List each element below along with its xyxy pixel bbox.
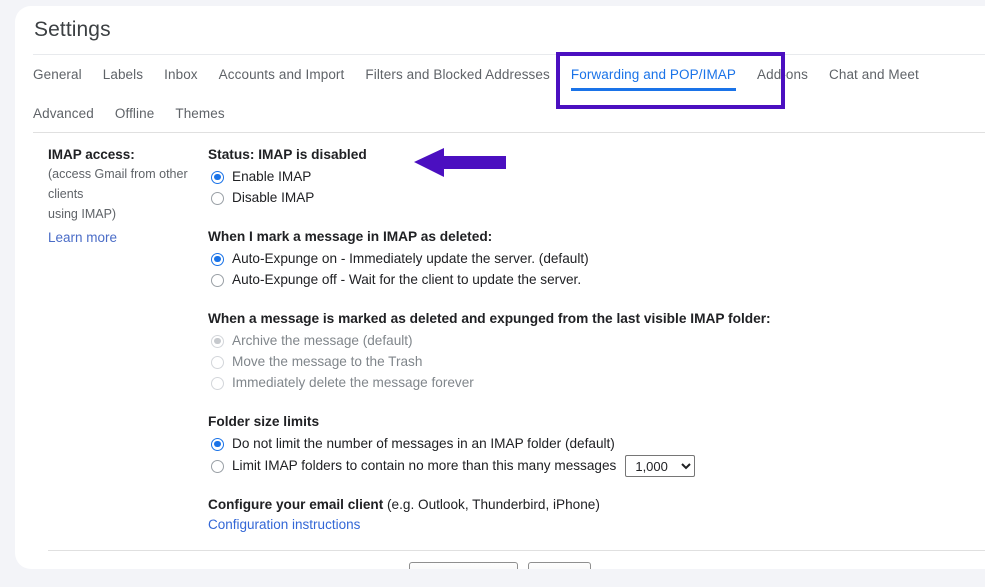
configure-client-section: Configure your email client (e.g. Outloo…: [208, 495, 985, 535]
page-title: Settings: [34, 18, 111, 41]
option-auto-expunge-on-label: Auto-Expunge on - Immediately update the…: [232, 251, 589, 266]
configuration-instructions-link[interactable]: Configuration instructions: [208, 515, 360, 535]
status-heading: Status: IMAP is disabled: [208, 147, 367, 162]
tab-inbox[interactable]: Inbox: [164, 67, 198, 93]
radio-limit-folders[interactable]: [211, 459, 224, 473]
configure-client-heading-bold: Configure your email client: [208, 497, 384, 512]
tab-chat-and-meet[interactable]: Chat and Meet: [829, 67, 919, 93]
footer-actions: Save Changes Cancel: [15, 551, 985, 569]
option-limit-folders-label: Limit IMAP folders to contain no more th…: [232, 458, 617, 473]
option-enable-imap[interactable]: Enable IMAP: [208, 167, 985, 187]
folder-size-limits-heading: Folder size limits: [208, 414, 320, 429]
radio-delete-forever: [211, 376, 224, 390]
radio-disable-imap[interactable]: [211, 191, 224, 205]
tab-themes[interactable]: Themes: [175, 106, 224, 132]
option-auto-expunge-off[interactable]: Auto-Expunge off - Wait for the client t…: [208, 270, 985, 290]
tab-advanced[interactable]: Advanced: [33, 106, 94, 132]
radio-auto-expunge-off[interactable]: [211, 273, 224, 287]
radio-no-limit[interactable]: [211, 437, 224, 451]
option-limit-folders[interactable]: Limit IMAP folders to contain no more th…: [208, 455, 985, 477]
tab-general[interactable]: General: [33, 67, 82, 93]
folder-size-limit-select[interactable]: 1,000: [625, 455, 696, 477]
tab-row-2: Advanced Offline Themes: [33, 93, 985, 132]
configure-client-heading-rest: (e.g. Outlook, Thunderbird, iPhone): [383, 497, 600, 512]
deleted-behavior-heading: When I mark a message in IMAP as deleted…: [208, 229, 493, 244]
imap-options-column: Status: IMAP is disabled Enable IMAP Dis…: [208, 145, 985, 535]
cancel-button[interactable]: Cancel: [527, 562, 592, 569]
tab-row-1: General Labels Inbox Accounts and Import…: [33, 55, 985, 93]
option-move-to-trash: Move the message to the Trash: [208, 352, 985, 372]
save-changes-button[interactable]: Save Changes: [408, 562, 518, 569]
radio-enable-imap[interactable]: [211, 170, 224, 184]
option-auto-expunge-on[interactable]: Auto-Expunge on - Immediately update the…: [208, 249, 985, 269]
tab-add-ons[interactable]: Add-ons: [757, 67, 808, 93]
option-disable-imap[interactable]: Disable IMAP: [208, 188, 985, 208]
settings-card: Settings General Labels Inbox Accounts a…: [15, 6, 985, 569]
option-no-limit[interactable]: Do not limit the number of messages in a…: [208, 434, 985, 454]
expunged-behavior-heading: When a message is marked as deleted and …: [208, 311, 771, 326]
option-move-to-trash-label: Move the message to the Trash: [232, 354, 423, 369]
option-disable-imap-label: Disable IMAP: [232, 190, 315, 205]
option-archive-message-label: Archive the message (default): [232, 333, 413, 348]
radio-archive-message: [211, 334, 224, 348]
option-enable-imap-label: Enable IMAP: [232, 169, 312, 184]
radio-auto-expunge-on[interactable]: [211, 252, 224, 266]
radio-move-to-trash: [211, 355, 224, 369]
learn-more-link[interactable]: Learn more: [48, 228, 117, 248]
expunged-behavior-section: When a message is marked as deleted and …: [208, 309, 985, 393]
option-delete-forever: Immediately delete the message forever: [208, 373, 985, 393]
option-archive-message: Archive the message (default): [208, 331, 985, 351]
settings-header: Settings: [15, 6, 985, 54]
tab-accounts-and-import[interactable]: Accounts and Import: [219, 67, 345, 93]
tab-labels[interactable]: Labels: [103, 67, 143, 93]
option-auto-expunge-off-label: Auto-Expunge off - Wait for the client t…: [232, 272, 582, 287]
settings-tabs: General Labels Inbox Accounts and Import…: [15, 55, 985, 132]
imap-access-column: IMAP access: (access Gmail from other cl…: [15, 145, 208, 535]
tab-filters-and-blocked-addresses[interactable]: Filters and Blocked Addresses: [365, 67, 550, 93]
folder-size-limits-section: Folder size limits Do not limit the numb…: [208, 412, 985, 477]
imap-access-label: IMAP access:: [48, 147, 135, 162]
option-no-limit-label: Do not limit the number of messages in a…: [232, 436, 615, 451]
imap-access-note-line2: using IMAP): [48, 207, 117, 221]
tab-forwarding-and-pop-imap[interactable]: Forwarding and POP/IMAP: [570, 67, 737, 93]
option-delete-forever-label: Immediately delete the message forever: [232, 375, 474, 390]
status-section: Status: IMAP is disabled Enable IMAP Dis…: [208, 145, 985, 208]
imap-access-note-line1: (access Gmail from other clients: [48, 167, 188, 201]
tab-offline[interactable]: Offline: [115, 106, 154, 132]
configure-client-heading: Configure your email client (e.g. Outloo…: [208, 495, 985, 515]
deleted-behavior-section: When I mark a message in IMAP as deleted…: [208, 227, 985, 290]
imap-settings-content: IMAP access: (access Gmail from other cl…: [15, 133, 985, 535]
